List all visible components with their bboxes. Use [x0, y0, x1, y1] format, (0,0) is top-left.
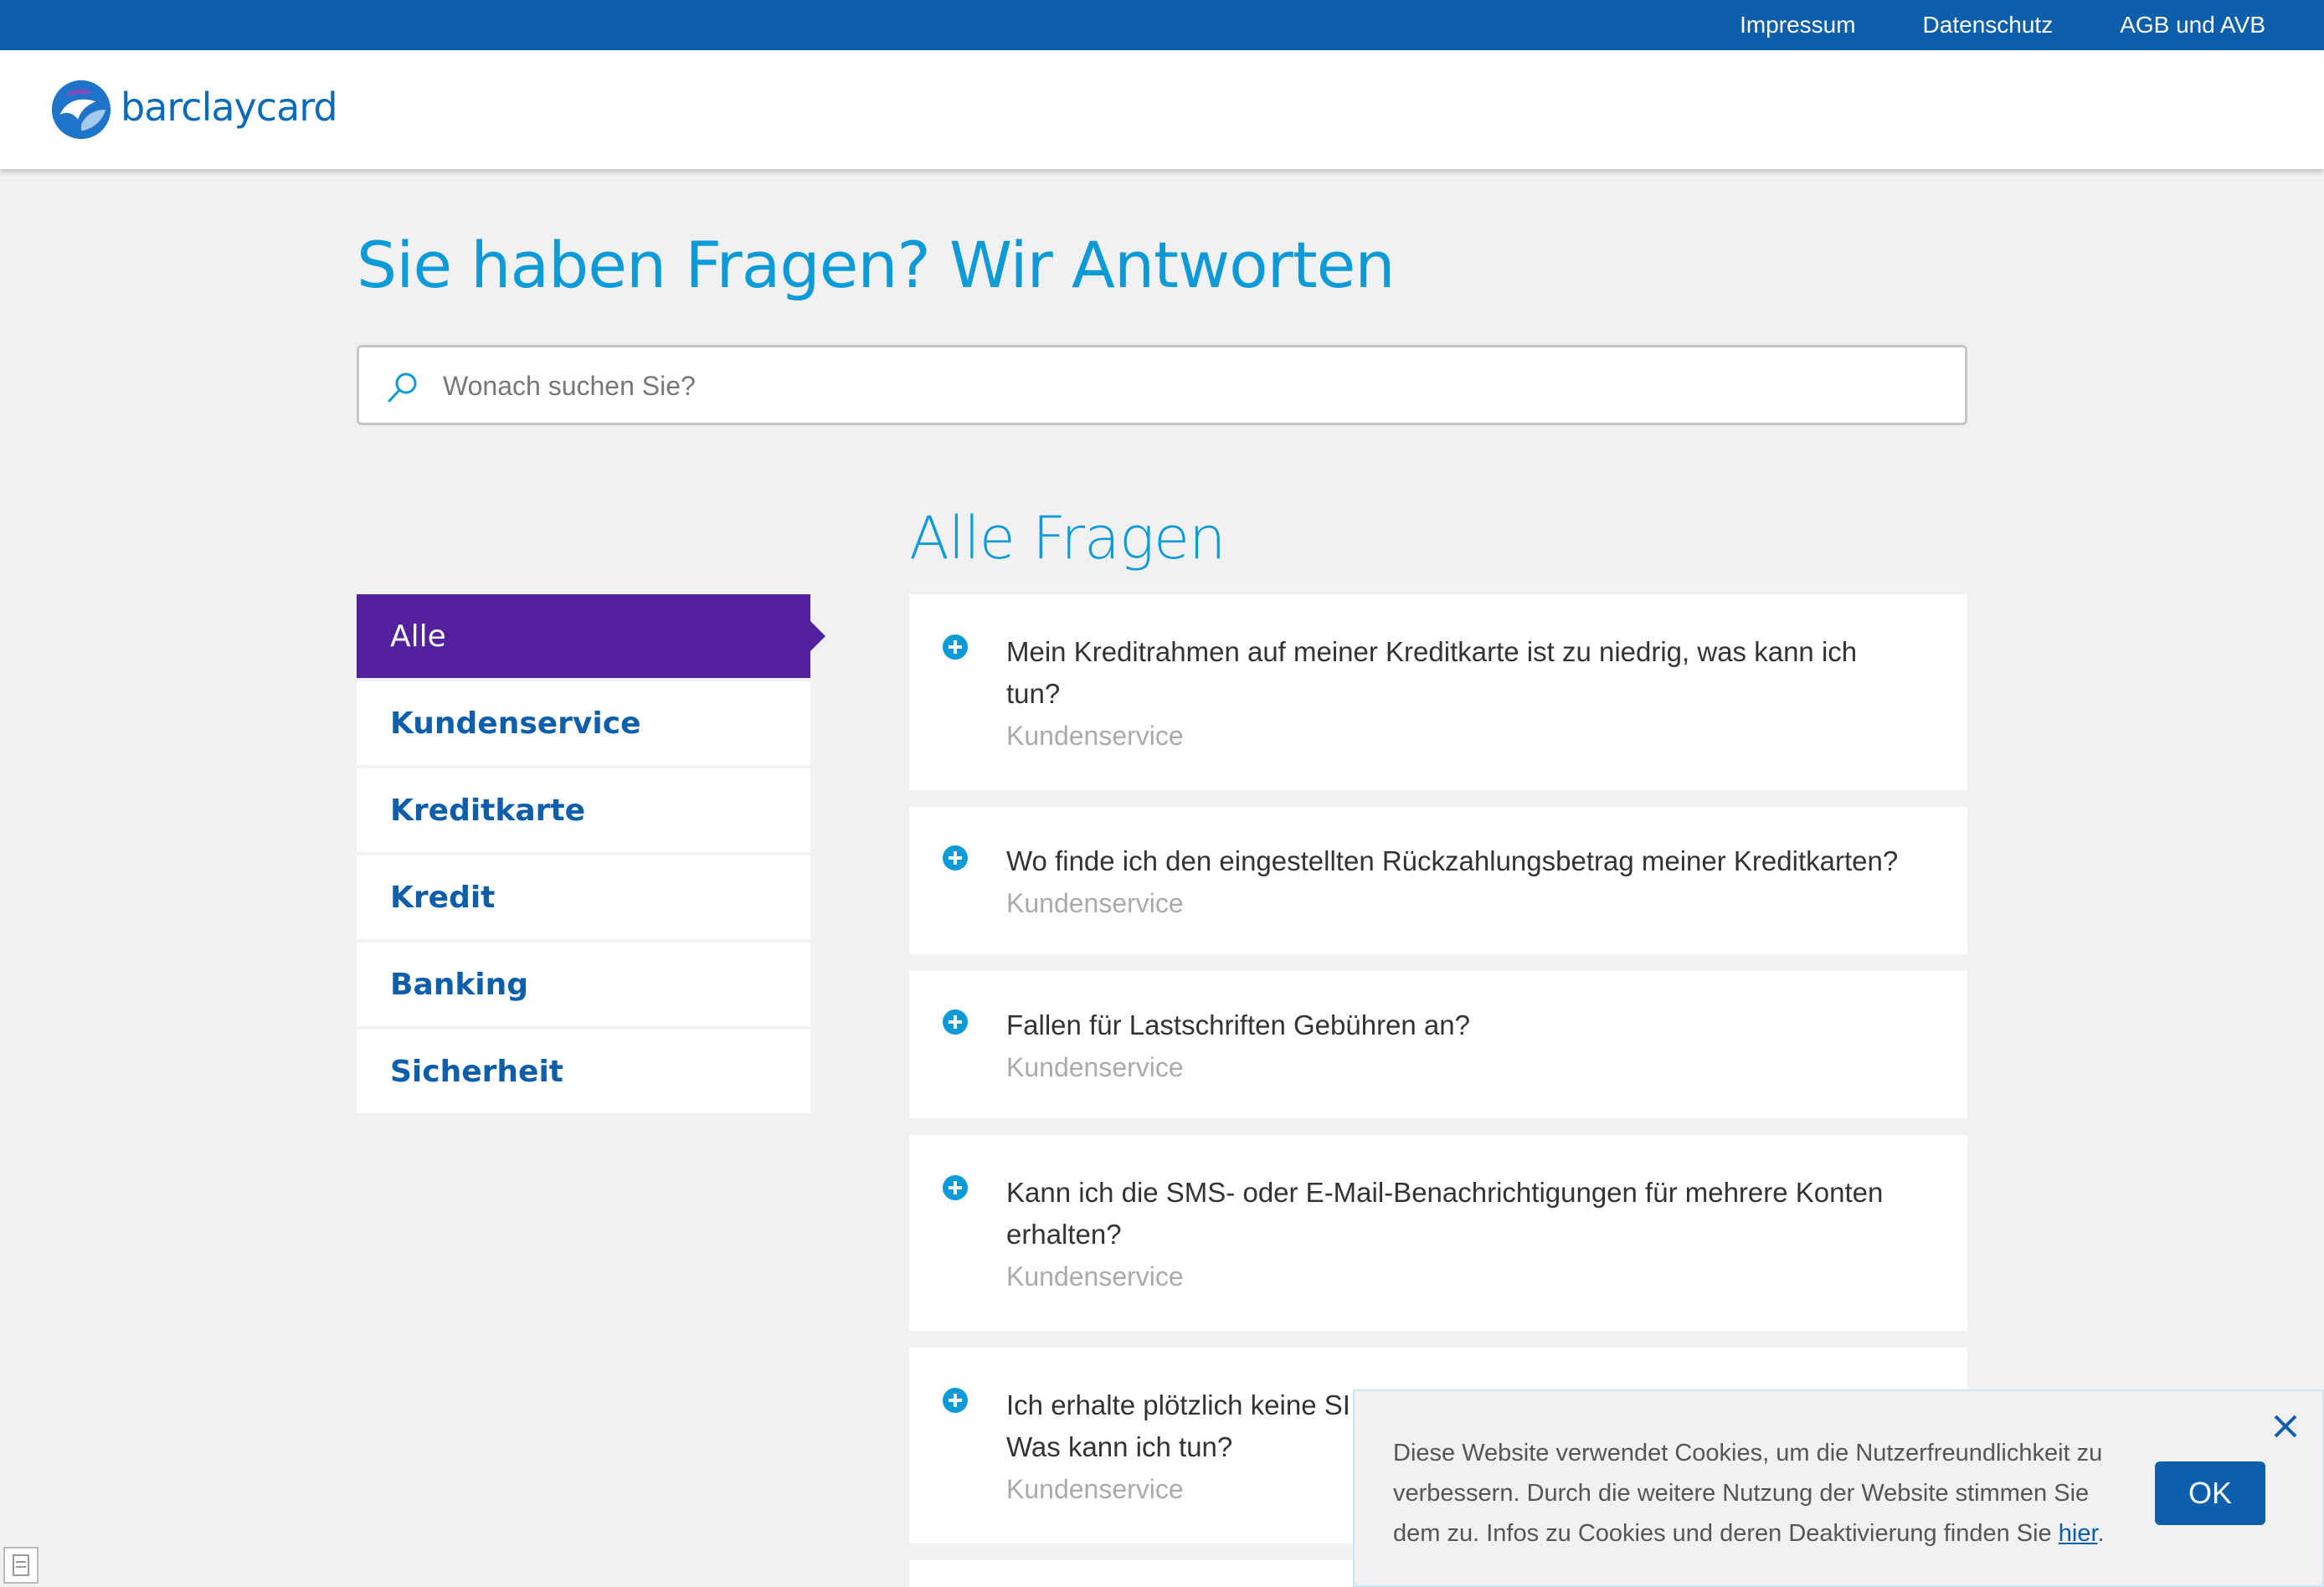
faq-item[interactable]: Kann ich die SMS- oder E-Mail-Benachrich… — [909, 1135, 1967, 1331]
eagle-icon — [51, 80, 111, 140]
close-icon[interactable] — [2269, 1410, 2302, 1443]
cookie-ok-button[interactable]: OK — [2155, 1461, 2265, 1525]
expand-plus-icon[interactable] — [943, 1388, 968, 1413]
faq-item[interactable]: Fallen für Lastschriften Gebühren an? Ku… — [909, 971, 1967, 1118]
top-nav-bar: Impressum Datenschutz AGB und AVB — [0, 0, 2324, 50]
sidebar-item-kreditkarte[interactable]: Kreditkarte — [357, 768, 810, 852]
sidebar-item-alle[interactable]: Alle — [357, 594, 825, 678]
search-box[interactable] — [357, 345, 1967, 425]
section-title: Alle Fragen — [909, 504, 1226, 573]
cookie-banner: Diese Website verwendet Cookies, um die … — [1353, 1389, 2324, 1587]
expand-plus-icon[interactable] — [943, 845, 968, 871]
faq-category: Kundenservice — [1006, 888, 1184, 918]
barclaycard-logo[interactable]: barclaycard — [49, 77, 338, 142]
site-header: barclaycard — [0, 50, 2324, 169]
sidebar-item-banking[interactable]: Banking — [357, 942, 810, 1026]
impressum-link[interactable]: Impressum — [1740, 12, 1855, 39]
faq-question: Kann ich die SMS- oder E-Mail-Benachrich… — [1006, 1177, 1884, 1250]
expand-plus-icon[interactable] — [943, 634, 968, 660]
faq-question: Mein Kreditrahmen auf meiner Kreditkarte… — [1006, 636, 1858, 709]
faq-category: Kundenservice — [1006, 1261, 1184, 1292]
agb-link[interactable]: AGB und AVB — [2120, 12, 2265, 39]
faq-item[interactable]: Wo finde ich den eingestellten Rückzahlu… — [909, 807, 1967, 954]
expand-plus-icon[interactable] — [943, 1175, 968, 1200]
faq-question: Fallen für Lastschriften Gebühren an? — [1006, 1009, 1470, 1040]
faq-item[interactable]: Mein Kreditrahmen auf meiner Kreditkarte… — [909, 594, 1967, 790]
sidebar-item-kredit[interactable]: Kredit — [357, 855, 810, 939]
page-title: Sie haben Fragen? Wir Antworten — [357, 228, 1396, 302]
sidebar-item-kundenservice[interactable]: Kundenservice — [357, 681, 810, 765]
datenschutz-link[interactable]: Datenschutz — [1923, 12, 2054, 39]
expand-plus-icon[interactable] — [943, 1009, 968, 1035]
category-sidebar: Alle Kundenservice Kreditkarte Kredit Ba… — [357, 594, 825, 1117]
search-icon — [388, 372, 417, 403]
cookie-text: Diese Website verwendet Cookies, um die … — [1393, 1440, 2105, 1547]
logo-text: barclaycard — [121, 85, 338, 130]
faq-category: Kundenservice — [1006, 1052, 1184, 1082]
faq-question: Wo finde ich den eingestellten Rückzahlu… — [1006, 845, 1899, 876]
faq-category: Kundenservice — [1006, 721, 1184, 751]
sidebar-item-sicherheit[interactable]: Sicherheit — [357, 1030, 810, 1113]
search-input[interactable] — [443, 359, 1933, 413]
document-icon — [3, 1547, 39, 1584]
cookie-info-link[interactable]: hier — [2059, 1520, 2098, 1547]
